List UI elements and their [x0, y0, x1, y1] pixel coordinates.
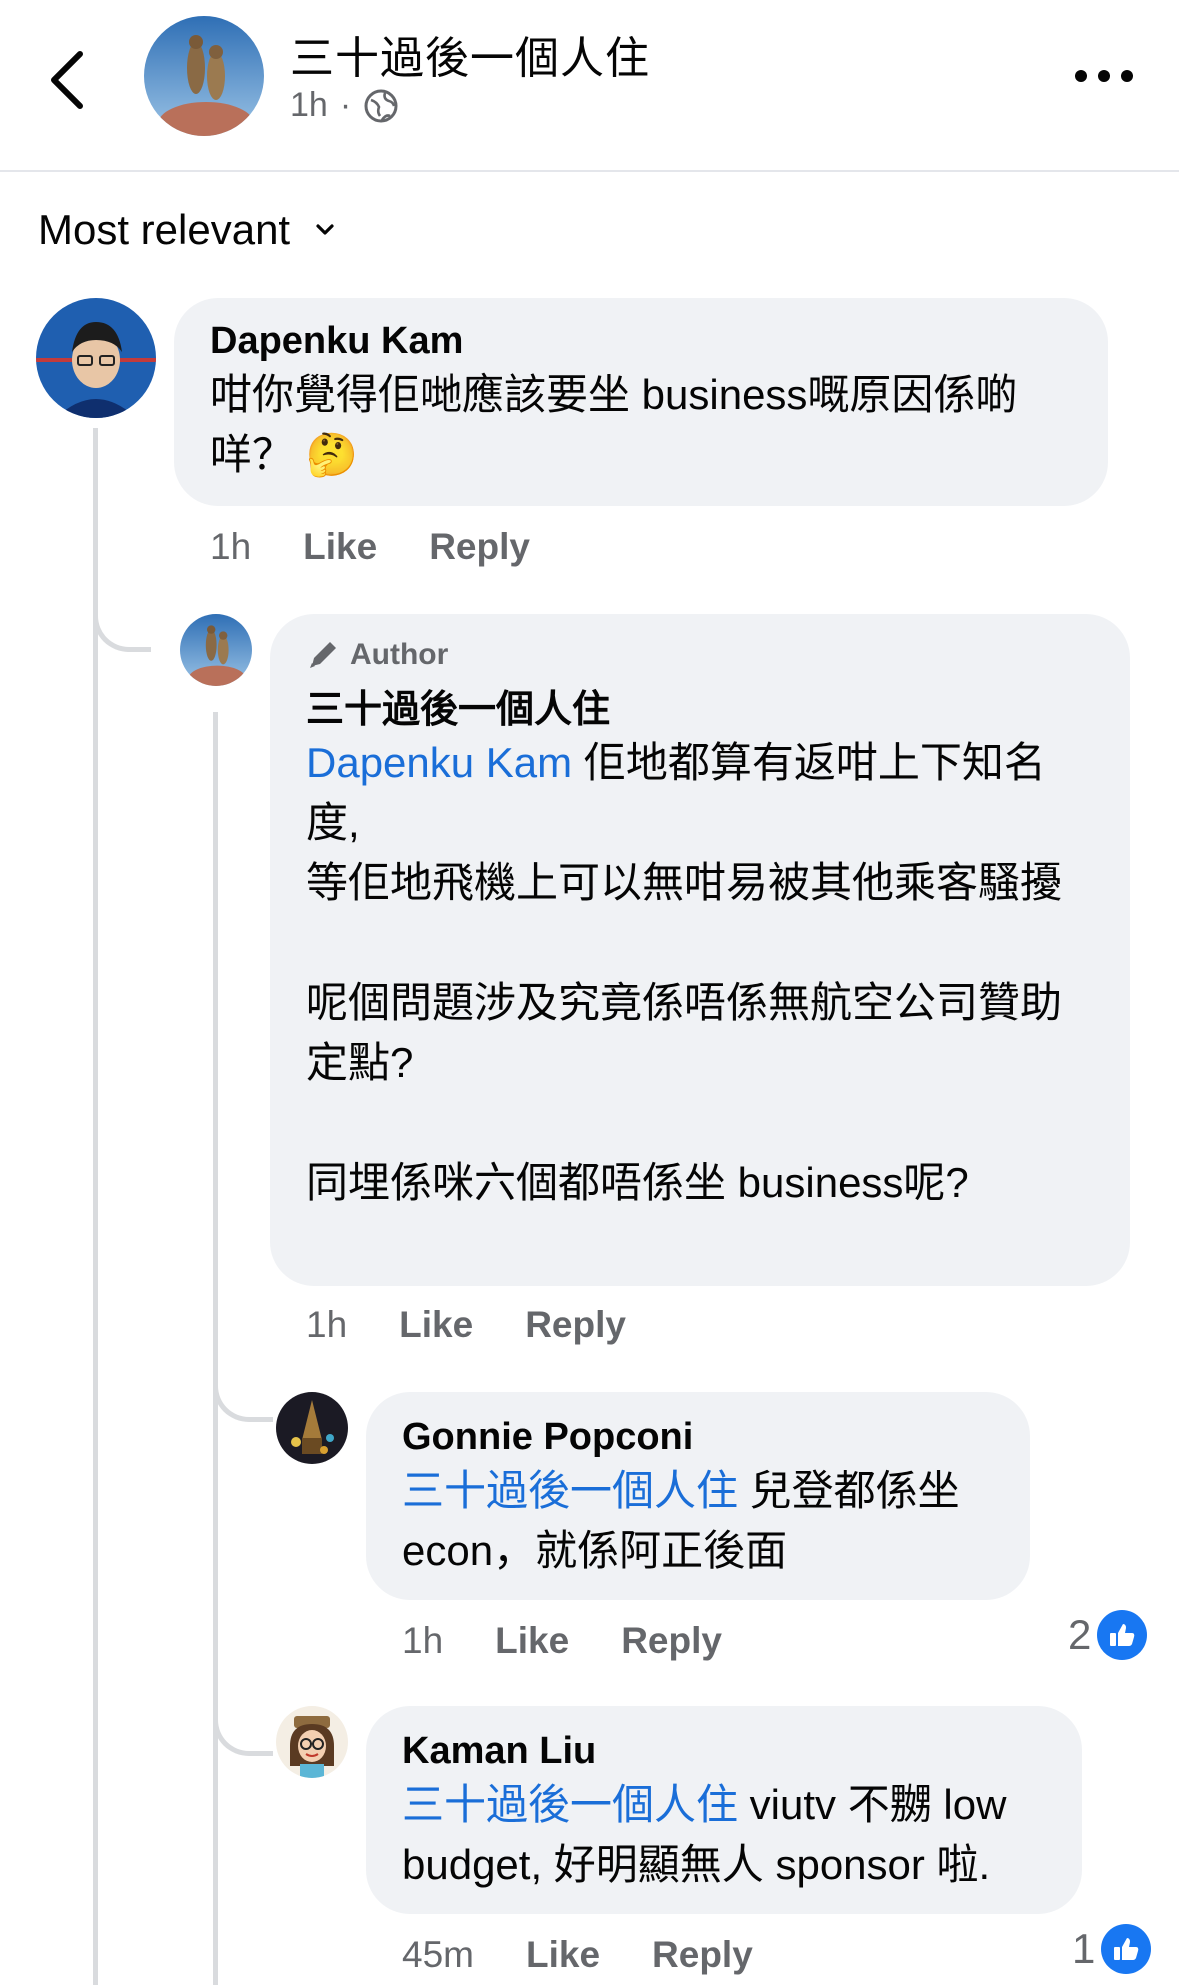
like-icon — [1097, 1610, 1148, 1660]
reaction-count: 2 — [1068, 1611, 1092, 1658]
comment-text: Dapenku Kam 佢地都算有返咁上下知名度, 等佢地飛機上可以無咁易被其他… — [306, 733, 1094, 1213]
back-button[interactable] — [40, 40, 100, 120]
more-horizontal-icon — [1075, 70, 1133, 82]
thread-line-main — [93, 428, 98, 1985]
comment-sort-dropdown[interactable]: Most relevant — [38, 206, 336, 254]
comment-time[interactable]: 1h — [402, 1620, 443, 1662]
comment-actions: 1h Like Reply — [306, 1304, 678, 1346]
comment-bubble[interactable]: Author 三十過後一個人住 Dapenku Kam 佢地都算有返咁上下知名度… — [270, 614, 1130, 1286]
reply-button[interactable]: Reply — [525, 1304, 626, 1346]
author-badge: Author — [306, 638, 1094, 672]
mention-link[interactable]: 三十過後一個人住 — [402, 1781, 738, 1828]
reply-button[interactable]: Reply — [652, 1934, 753, 1976]
page-title[interactable]: 三十過後一個人住 — [290, 22, 650, 86]
avatar[interactable] — [276, 1392, 348, 1464]
mention-link[interactable]: 三十過後一個人住 — [402, 1467, 738, 1514]
like-button[interactable]: Like — [303, 526, 377, 568]
comment-text: 三十過後一個人住 viutv 不嬲 low budget, 好明顯無人 spon… — [402, 1775, 1046, 1895]
comment-author[interactable]: Dapenku Kam — [210, 320, 1072, 363]
avatar[interactable] — [36, 298, 156, 418]
post-meta: 1h · — [290, 86, 399, 125]
reaction-summary[interactable]: 1 — [1072, 1924, 1152, 1974]
post-time: 1h — [290, 86, 328, 124]
comment-author[interactable]: Kaman Liu — [402, 1730, 1046, 1773]
post-header: 三十過後一個人住 1h · — [0, 0, 1179, 172]
meta-separator: · — [339, 86, 352, 124]
comment-actions: 1h Like Reply — [402, 1620, 774, 1662]
reply-button[interactable]: Reply — [621, 1620, 722, 1662]
like-button[interactable]: Like — [495, 1620, 569, 1662]
author-badge-label: Author — [350, 638, 449, 671]
comment-actions: 45m Like Reply — [402, 1934, 805, 1976]
thread-connector-3 — [213, 1664, 273, 1756]
comment-actions: 1h Like Reply — [210, 526, 582, 568]
like-button[interactable]: Like — [526, 1934, 600, 1976]
thinking-emoji: 🤔 — [305, 431, 358, 478]
comment-bubble[interactable]: Dapenku Kam 咁你覺得佢哋應該要坐 business嘅原因係啲 咩？ … — [174, 298, 1108, 506]
comment-author[interactable]: 三十過後一個人住 — [306, 678, 1094, 733]
reply-button[interactable]: Reply — [429, 526, 530, 568]
thread-connector-1 — [93, 560, 151, 652]
comment-bubble[interactable]: Gonnie Popconi 三十過後一個人住 兒登都係坐 econ，就係阿正後… — [366, 1392, 1030, 1600]
mention-link[interactable]: Dapenku Kam — [306, 739, 572, 786]
comment-time[interactable]: 45m — [402, 1934, 474, 1976]
thread-connector-2 — [213, 1330, 273, 1422]
comment-author[interactable]: Gonnie Popconi — [402, 1416, 994, 1459]
pen-icon — [310, 642, 336, 668]
comment-time[interactable]: 1h — [210, 526, 251, 568]
comment-time[interactable]: 1h — [306, 1304, 347, 1346]
reaction-summary[interactable]: 2 — [1068, 1610, 1148, 1660]
reaction-count: 1 — [1072, 1925, 1096, 1972]
comment-bubble[interactable]: Kaman Liu 三十過後一個人住 viutv 不嬲 low budget, … — [366, 1706, 1082, 1914]
like-button[interactable]: Like — [399, 1304, 473, 1346]
chevron-left-icon — [51, 51, 83, 109]
comment-body: 佢地都算有返咁上下知名度, 等佢地飛機上可以無咁易被其他乘客騷擾 呢個問題涉及究… — [306, 739, 1063, 1206]
avatar[interactable] — [276, 1706, 348, 1778]
sort-label: Most relevant — [38, 206, 291, 253]
chevron-down-icon — [316, 224, 334, 235]
globe-icon — [364, 89, 398, 122]
page-avatar[interactable] — [144, 16, 264, 136]
comment-text: 咁你覺得佢哋應該要坐 business嘅原因係啲 咩？ 🤔 — [210, 365, 1072, 485]
comment-text: 三十過後一個人住 兒登都係坐 econ，就係阿正後面 — [402, 1461, 994, 1581]
more-options-button[interactable] — [1069, 56, 1139, 96]
avatar[interactable] — [180, 614, 252, 686]
like-icon — [1101, 1924, 1152, 1974]
